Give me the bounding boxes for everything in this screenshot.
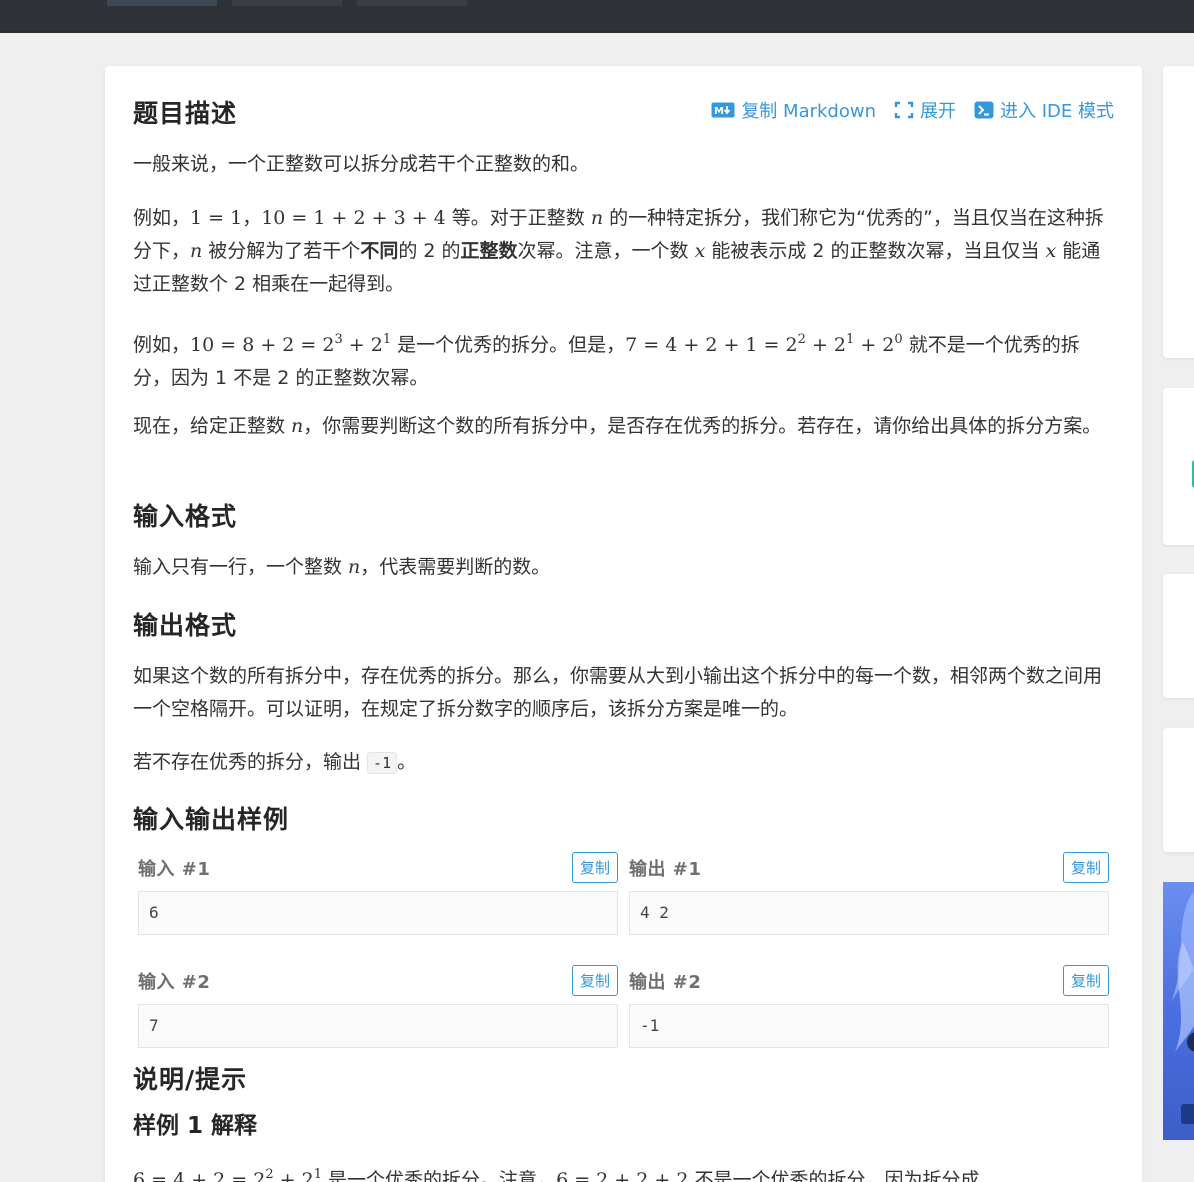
markdown-icon: M bbox=[711, 102, 735, 118]
output-format-title: 输出格式 bbox=[133, 611, 238, 640]
copy-sample-input-1-button[interactable]: 复制 bbox=[571, 852, 618, 883]
top-navbar bbox=[0, 0, 1194, 33]
sample-input-2-header: 输入 #2 复制 bbox=[138, 965, 618, 996]
sample-input-1-header: 输入 #1 复制 bbox=[138, 852, 618, 883]
expand-button[interactable]: 展开 bbox=[894, 97, 956, 123]
description-paragraph-2: 例如，1 = 1，10 = 1 + 2 + 3 + 4 等。对于正整数 n 的一… bbox=[133, 207, 1104, 295]
sample-output-1-header: 输出 #1 复制 bbox=[629, 852, 1109, 883]
input-format-title: 输入格式 bbox=[133, 502, 238, 531]
enter-ide-mode-label: 进入 IDE 模式 bbox=[1000, 101, 1114, 122]
sample-1-explanation-text: 6 = 4 + 2 = 22 + 21 是一个优秀的拆分。注意，6 = 2 + … bbox=[133, 1167, 980, 1182]
hints-title: 说明/提示 bbox=[133, 1065, 248, 1094]
sidebar-card-4 bbox=[1163, 728, 1194, 852]
sample-output-1-label: 输出 #1 bbox=[629, 858, 702, 880]
sidebar-advertisement-image[interactable] bbox=[1163, 882, 1194, 1140]
expand-icon bbox=[894, 101, 914, 119]
sidebar-card-1 bbox=[1163, 66, 1194, 358]
enter-ide-mode-button[interactable]: 进入 IDE 模式 bbox=[974, 97, 1114, 123]
output-format-paragraph-1: 如果这个数的所有拆分中，存在优秀的拆分。那么，你需要从大到小输出这个拆分中的每一… bbox=[133, 665, 1103, 720]
sidebar-card-3 bbox=[1163, 574, 1194, 698]
sample-input-1-box[interactable]: 6 bbox=[138, 891, 618, 935]
sidebar-card-2 bbox=[1163, 388, 1194, 545]
input-format-text: 输入只有一行，一个整数 n，代表需要判断的数。 bbox=[133, 556, 551, 578]
copy-sample-input-2-button[interactable]: 复制 bbox=[571, 965, 618, 996]
copy-markdown-button[interactable]: M 复制 Markdown bbox=[711, 97, 876, 123]
sample-input-2-label: 输入 #2 bbox=[138, 971, 211, 993]
sample-1-explanation-title: 样例 1 解释 bbox=[133, 1113, 258, 1139]
copy-sample-output-2-button[interactable]: 复制 bbox=[1062, 965, 1109, 996]
nav-tab[interactable] bbox=[357, 0, 467, 6]
description-paragraph-1: 一般来说，一个正整数可以拆分成若干个正整数的和。 bbox=[133, 153, 590, 175]
problem-description-title: 题目描述 bbox=[133, 99, 238, 128]
samples-title: 输入输出样例 bbox=[133, 805, 290, 834]
copy-sample-output-1-button[interactable]: 复制 bbox=[1062, 852, 1109, 883]
description-paragraph-4: 现在，给定正整数 n，你需要判断这个数的所有拆分中，是否存在优秀的拆分。若存在，… bbox=[133, 415, 1102, 437]
problem-card: 题目描述 M 复制 Markdown 展开 进入 IDE 模式 一般来说，一个正… bbox=[105, 66, 1142, 1182]
nav-tab[interactable] bbox=[232, 0, 342, 6]
sample-input-2-box[interactable]: 7 bbox=[138, 1004, 618, 1048]
nav-tab-indicator[interactable] bbox=[107, 0, 217, 6]
output-format-paragraph-2: 若不存在优秀的拆分，输出 -1。 bbox=[133, 751, 417, 774]
sample-output-1-box[interactable]: 4 2 bbox=[629, 891, 1109, 935]
expand-label: 展开 bbox=[920, 101, 956, 122]
problem-actions: M 复制 Markdown 展开 进入 IDE 模式 bbox=[711, 97, 1114, 123]
sample-output-2-header: 输出 #2 复制 bbox=[629, 965, 1109, 996]
sample-input-1-label: 输入 #1 bbox=[138, 858, 211, 880]
inline-code: -1 bbox=[367, 752, 398, 774]
svg-text:M: M bbox=[714, 106, 724, 117]
description-paragraph-3: 例如，10 = 8 + 2 = 23 + 21 是一个优秀的拆分。但是，7 = … bbox=[133, 332, 1080, 389]
terminal-icon bbox=[974, 101, 994, 119]
copy-markdown-label: 复制 Markdown bbox=[741, 101, 876, 122]
sample-output-2-box[interactable]: -1 bbox=[629, 1004, 1109, 1048]
sample-output-2-label: 输出 #2 bbox=[629, 971, 702, 993]
